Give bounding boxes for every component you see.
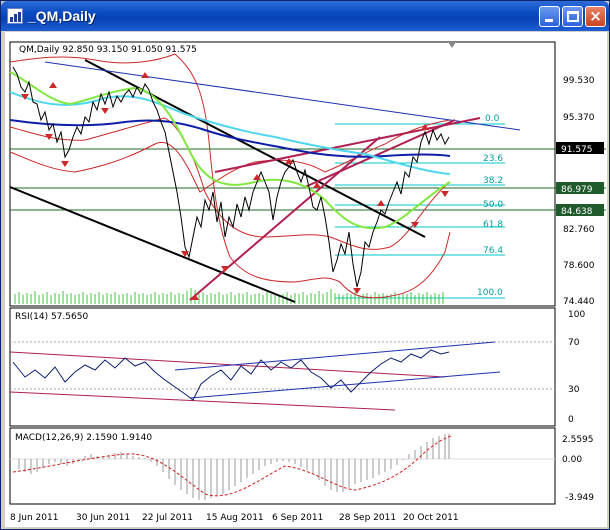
minimize-icon bbox=[545, 19, 553, 22]
macd-tick: -3.949 bbox=[565, 493, 594, 503]
fib-label-236: 23.6 bbox=[483, 154, 503, 164]
maximize-button[interactable] bbox=[562, 6, 583, 27]
chart-app-icon[interactable] bbox=[7, 8, 23, 24]
time-axis: 8 Jun 2011 30 Jun 2011 22 Jul 2011 15 Au… bbox=[10, 513, 459, 523]
macd-panel-header: MACD(12,26,9) 2.1590 1.9140 bbox=[15, 433, 152, 443]
fib-label-0: 0.0 bbox=[485, 114, 500, 124]
price-tick: 82.760 bbox=[563, 225, 595, 235]
current-price-label: 91.575 bbox=[561, 145, 593, 155]
fib-label-618: 61.8 bbox=[483, 220, 503, 230]
time-tick: 22 Jul 2011 bbox=[142, 513, 193, 523]
rsi-panel-header: RSI(14) 57.5650 bbox=[15, 312, 88, 322]
maximize-icon bbox=[567, 11, 579, 22]
title-bar[interactable]: _QM,Daily × bbox=[1, 1, 609, 31]
close-button[interactable]: × bbox=[585, 6, 606, 27]
level-label: 86.979 bbox=[561, 185, 593, 195]
fib-label-382: 38.2 bbox=[483, 176, 503, 186]
macd-tick: 2.5595 bbox=[562, 435, 594, 445]
app-window: _QM,Daily × 0.0 23.6 38.2 50.0 61.8 76.4… bbox=[0, 0, 610, 530]
close-icon: × bbox=[589, 7, 602, 25]
price-tick: 99.530 bbox=[563, 76, 595, 86]
rsi-tick: 0 bbox=[568, 415, 574, 425]
fib-label-500: 50.0 bbox=[483, 200, 503, 210]
rsi-tick: 70 bbox=[568, 338, 580, 348]
rsi-panel[interactable] bbox=[9, 307, 556, 427]
price-tick: 78.600 bbox=[563, 261, 595, 271]
time-tick: 30 Jun 2011 bbox=[76, 513, 130, 523]
window-title: _QM,Daily bbox=[28, 8, 96, 24]
chart-area[interactable]: 0.0 23.6 38.2 50.0 61.8 76.4 100.0 99.53… bbox=[5, 32, 607, 527]
macd-axis: 2.5595 0.00 -3.949 bbox=[562, 435, 594, 503]
rsi-axis: 100 70 30 0 bbox=[568, 310, 585, 425]
minimize-button[interactable] bbox=[539, 6, 560, 27]
fib-label-1000: 100.0 bbox=[477, 288, 503, 298]
level-label: 84.638 bbox=[561, 207, 593, 217]
macd-tick: 0.00 bbox=[562, 455, 582, 465]
price-highlight-labels: 91.575 86.979 84.638 bbox=[556, 142, 604, 217]
time-tick: 8 Jun 2011 bbox=[10, 513, 58, 523]
time-tick: 15 Aug 2011 bbox=[206, 513, 264, 523]
time-tick: 28 Sep 2011 bbox=[339, 513, 396, 523]
price-panel-header: QM,Daily 92.850 93.150 91.050 91.575 bbox=[19, 45, 197, 55]
time-tick: 6 Sep 2011 bbox=[272, 513, 323, 523]
price-tick: 95.370 bbox=[563, 113, 595, 123]
rsi-tick: 100 bbox=[568, 310, 585, 320]
rsi-tick: 30 bbox=[568, 385, 580, 395]
fib-label-764: 76.4 bbox=[483, 246, 503, 256]
price-panel[interactable] bbox=[9, 41, 556, 307]
price-tick: 74.440 bbox=[563, 297, 595, 307]
time-tick: 20 Oct 2011 bbox=[403, 513, 459, 523]
